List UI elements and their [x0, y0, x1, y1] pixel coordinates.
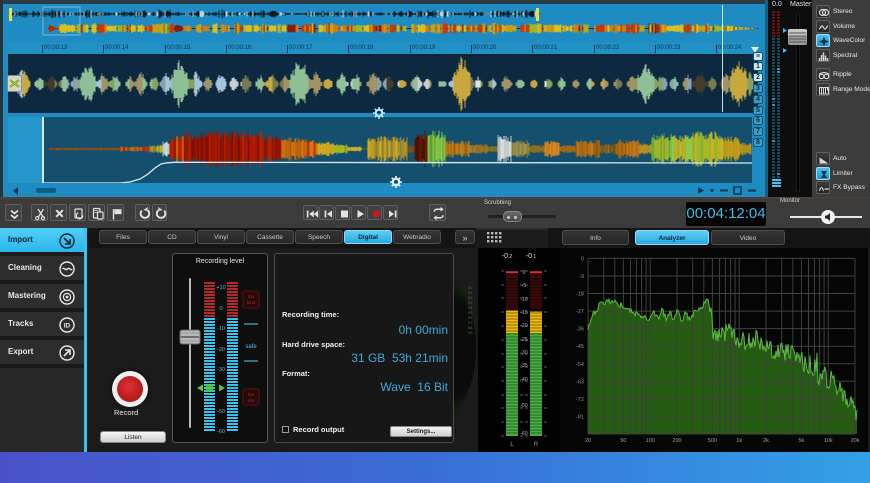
svg-text:200: 200	[672, 438, 681, 444]
svg-text:5k: 5k	[798, 438, 804, 444]
svg-text:-54: -54	[576, 362, 584, 368]
svg-text:-18: -18	[576, 292, 584, 298]
svg-text:-72: -72	[576, 397, 584, 403]
svg-text:-45: -45	[576, 344, 584, 350]
svg-text:-63: -63	[576, 379, 584, 385]
svg-text:10k: 10k	[824, 438, 833, 444]
svg-text:20k: 20k	[851, 438, 860, 444]
svg-text:50: 50	[620, 438, 626, 444]
svg-text:-81: -81	[576, 414, 584, 420]
svg-text:100: 100	[646, 438, 655, 444]
svg-text:20: 20	[585, 438, 591, 444]
svg-text:0: 0	[581, 256, 584, 262]
svg-text:-36: -36	[576, 327, 584, 333]
svg-text:-27: -27	[576, 309, 584, 315]
svg-text:-9: -9	[579, 274, 584, 280]
svg-text:2k: 2k	[763, 438, 769, 444]
svg-text:500: 500	[708, 438, 717, 444]
svg-text:1k: 1k	[736, 438, 742, 444]
